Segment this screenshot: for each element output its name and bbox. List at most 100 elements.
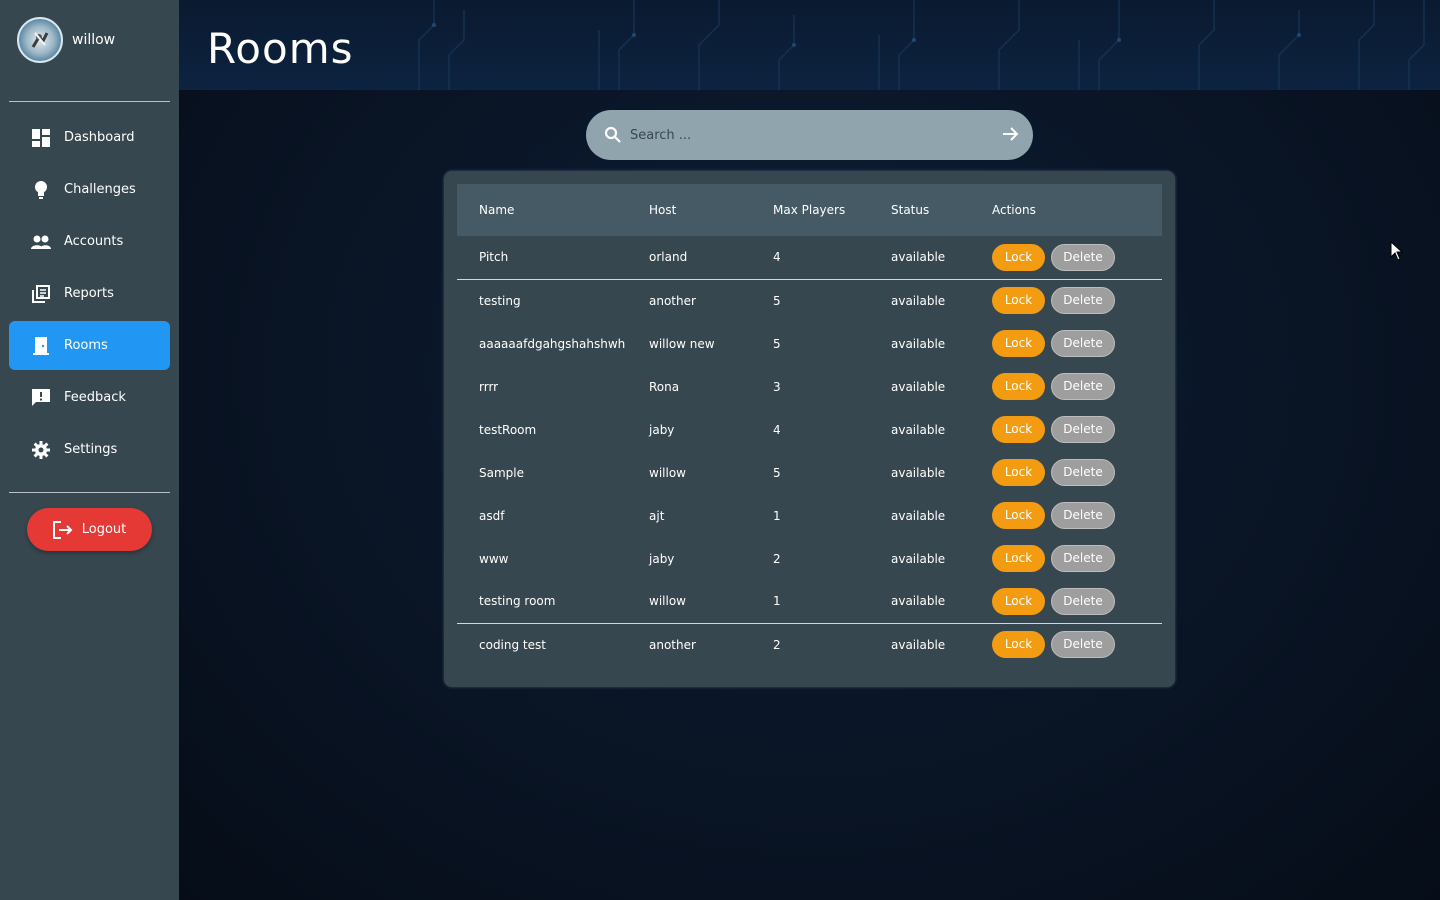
- room-status-cell: available: [891, 379, 946, 394]
- room-status-cell: available: [891, 551, 946, 566]
- column-header-name: Name: [479, 203, 515, 217]
- room-actions-cell: Lock Delete: [992, 580, 1162, 623]
- lock-button[interactable]: Lock: [992, 416, 1045, 443]
- search-bar[interactable]: [586, 110, 1033, 160]
- page-title: Rooms: [207, 24, 354, 73]
- room-host-cell: willow new: [649, 336, 715, 351]
- table-row: testing another 5 available Lock Delete: [457, 278, 1162, 322]
- sidebar: willow Dashboard Challenges Accounts Rep…: [0, 0, 179, 900]
- room-name-cell: asdf: [479, 508, 505, 523]
- delete-button[interactable]: Delete: [1051, 587, 1115, 615]
- room-max-players-cell: 1: [773, 594, 781, 609]
- sidebar-item-challenges[interactable]: Challenges: [9, 165, 170, 214]
- room-max-players-cell: 5: [773, 465, 781, 480]
- room-host-cell: ajt: [649, 508, 665, 523]
- delete-button[interactable]: Delete: [1051, 243, 1115, 271]
- room-max-players-cell: 4: [773, 422, 781, 437]
- room-actions-cell: Lock Delete: [992, 322, 1162, 365]
- delete-button[interactable]: Delete: [1051, 373, 1115, 400]
- room-host-cell: jaby: [649, 422, 675, 437]
- column-header-host: Host: [649, 203, 677, 217]
- room-actions-cell: Lock Delete: [992, 278, 1162, 322]
- delete-button[interactable]: Delete: [1051, 502, 1115, 529]
- lock-button[interactable]: Lock: [992, 330, 1045, 357]
- room-name-cell: testing: [457, 278, 649, 322]
- room-actions-cell: Lock Delete: [992, 494, 1162, 537]
- room-name-cell: Pitch: [479, 250, 509, 265]
- table-row: Sample willow 5 available Lock Delete: [457, 451, 1162, 494]
- sidebar-item-feedback[interactable]: Feedback: [9, 373, 170, 422]
- door-icon: [31, 336, 51, 356]
- lock-button[interactable]: Lock: [992, 587, 1045, 615]
- sidebar-item-label: Feedback: [64, 390, 126, 405]
- room-name-cell: coding test: [457, 622, 649, 666]
- lock-button[interactable]: Lock: [992, 502, 1045, 529]
- room-actions-cell: Lock Delete: [992, 537, 1162, 580]
- room-status-cell: available: [891, 250, 946, 265]
- column-header-status: Status: [891, 203, 930, 217]
- room-name-cell: testRoom: [479, 422, 537, 437]
- delete-button[interactable]: Delete: [1051, 416, 1115, 443]
- avatar[interactable]: [17, 17, 63, 63]
- rooms-table: Name Host Max Players Status Actions Pit…: [457, 184, 1162, 666]
- logout-icon: [52, 520, 73, 539]
- lock-button[interactable]: Lock: [992, 631, 1045, 659]
- library-books-icon: [31, 284, 51, 304]
- logout-label: Logout: [81, 522, 127, 537]
- table-row: testRoom jaby 4 available Lock Delete: [457, 408, 1162, 451]
- room-host-cell: orland: [649, 250, 688, 265]
- lightbulb-icon: [31, 180, 51, 200]
- room-status-cell: available: [891, 422, 946, 437]
- room-actions-cell: Lock Delete: [992, 365, 1162, 408]
- room-name-cell: aaaaaafdgahgshahshwh: [479, 336, 626, 351]
- lock-button[interactable]: Lock: [992, 287, 1045, 315]
- room-name-cell: Sample: [479, 465, 524, 480]
- room-status-cell: available: [891, 465, 946, 480]
- table-row: coding test another 2 available Lock Delete: [457, 622, 1162, 666]
- sidebar-item-accounts[interactable]: Accounts: [9, 217, 170, 266]
- search-input[interactable]: [630, 127, 970, 143]
- room-host-cell: willow: [649, 465, 686, 480]
- table-row: rrrr Rona 3 available Lock Delete: [457, 365, 1162, 408]
- room-max-players-cell: 2: [773, 622, 891, 666]
- arrow-right-icon[interactable]: [1001, 125, 1019, 143]
- user-profile[interactable]: willow: [17, 17, 115, 63]
- table-row: aaaaaafdgahgshahshwh willow new 5 available…: [457, 322, 1162, 365]
- room-status-cell: available: [891, 594, 946, 609]
- delete-button[interactable]: Delete: [1051, 459, 1115, 486]
- delete-button[interactable]: Delete: [1051, 330, 1115, 357]
- table-row: testing room willow 1 available Lock Delete: [457, 580, 1162, 623]
- username: willow: [72, 32, 116, 48]
- room-actions-cell: Lock Delete: [992, 451, 1162, 494]
- lock-button[interactable]: Lock: [992, 243, 1045, 271]
- room-host-cell: jaby: [649, 551, 675, 566]
- room-status-cell: available: [891, 622, 992, 666]
- column-header-max-players: Max Players: [773, 203, 846, 217]
- sidebar-item-dashboard[interactable]: Dashboard: [9, 113, 170, 162]
- lock-button[interactable]: Lock: [992, 373, 1045, 400]
- delete-button[interactable]: Delete: [1051, 287, 1115, 315]
- room-actions-cell: Lock Delete: [992, 622, 1162, 666]
- gear-icon: [31, 440, 51, 460]
- sidebar-item-settings[interactable]: Settings: [9, 425, 170, 474]
- room-name-cell: rrrr: [479, 379, 499, 394]
- room-max-players-cell: 5: [773, 336, 781, 351]
- dashboard-icon: [31, 128, 51, 148]
- room-name-cell: testing room: [479, 594, 556, 609]
- sidebar-item-rooms[interactable]: Rooms: [9, 321, 170, 370]
- lock-button[interactable]: Lock: [992, 459, 1045, 486]
- lock-button[interactable]: Lock: [992, 545, 1045, 572]
- room-host-cell: another: [649, 622, 773, 666]
- room-status-cell: available: [891, 278, 992, 322]
- room-actions-cell: Lock Delete: [992, 236, 1162, 279]
- table-header-row: Name Host Max Players Status Actions: [457, 184, 1162, 236]
- mouse-cursor-icon: [1390, 240, 1404, 265]
- logout-button[interactable]: Logout: [27, 508, 152, 551]
- delete-button[interactable]: Delete: [1051, 631, 1115, 659]
- room-max-players-cell: 1: [773, 508, 781, 523]
- sidebar-item-reports[interactable]: Reports: [9, 269, 170, 318]
- room-status-cell: available: [891, 336, 946, 351]
- sidebar-divider: [9, 101, 170, 102]
- delete-button[interactable]: Delete: [1051, 545, 1115, 572]
- room-host-cell: willow: [649, 594, 686, 609]
